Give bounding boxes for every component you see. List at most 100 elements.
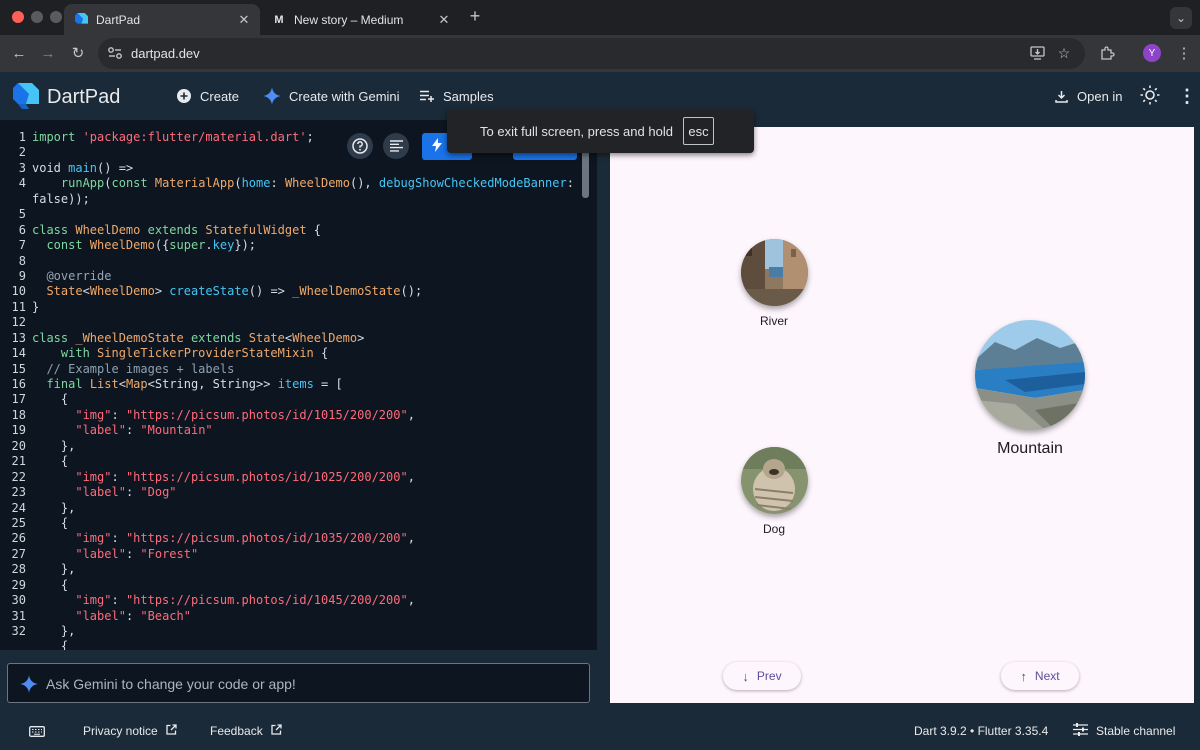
close-window-button[interactable] <box>12 11 24 23</box>
reload-icon[interactable]: ↻ <box>68 43 88 63</box>
code-line[interactable]: 16 final List<Map<String, String>> items… <box>0 377 590 392</box>
minimize-window-button[interactable] <box>31 11 43 23</box>
wheel-item-river[interactable]: River <box>739 239 809 328</box>
code-line[interactable]: 22 "img": "https://picsum.photos/id/1025… <box>0 470 590 485</box>
create-with-gemini-button[interactable]: Create with Gemini <box>263 86 400 106</box>
dog-label: Dog <box>762 522 785 536</box>
gemini-prompt-input[interactable] <box>46 674 566 694</box>
extensions-icon[interactable] <box>1097 43 1117 63</box>
code-line[interactable]: 29 { <box>0 578 590 593</box>
bookmark-star-icon[interactable]: ☆ <box>1056 45 1072 61</box>
line-number: 4 <box>18 176 26 191</box>
code-token: _WheelDemoState <box>75 330 191 345</box>
tab-search-chevron-icon[interactable]: ⌄ <box>1170 7 1192 29</box>
code-line[interactable]: { <box>0 639 590 650</box>
code-token: "https://picsum.photos/id/1045/200/200" <box>125 593 408 608</box>
code-line[interactable]: 31 "label": "Beach" <box>0 609 590 624</box>
code-token: const <box>46 238 90 253</box>
next-button[interactable]: ↑ Next <box>1001 662 1079 690</box>
panel-divider[interactable] <box>597 120 610 710</box>
code-line[interactable]: 8 <box>0 254 590 269</box>
tune-icon <box>1073 723 1088 739</box>
code-line[interactable]: 21 { <box>0 454 590 469</box>
new-tab-button[interactable]: + <box>466 7 484 26</box>
code-token: List <box>89 377 119 391</box>
code-token: "label" <box>75 608 126 623</box>
code-line[interactable]: 32 }, <box>0 624 590 639</box>
site-settings-icon[interactable] <box>107 46 123 60</box>
close-tab-icon[interactable]: ✕ <box>436 12 452 28</box>
code-line[interactable]: 27 "label": "Forest" <box>0 547 590 562</box>
fullscreen-window-button[interactable] <box>50 11 62 23</box>
code-line[interactable]: 5 <box>0 207 590 222</box>
theme-toggle-sun-icon[interactable] <box>1140 85 1160 105</box>
code-token: "Beach" <box>140 608 191 623</box>
line-code: import 'package:flutter/material.dart'; <box>32 130 314 145</box>
wheel-item-dog[interactable]: Dog <box>739 447 809 536</box>
code-line[interactable]: 30 "img": "https://picsum.photos/id/1045… <box>0 593 590 608</box>
code-line[interactable]: 25 { <box>0 516 590 531</box>
close-tab-icon[interactable]: ✕ <box>236 12 252 28</box>
code-line[interactable]: 24 }, <box>0 501 590 516</box>
privacy-notice-link[interactable]: Privacy notice <box>83 723 177 739</box>
code-token: { <box>32 577 69 592</box>
code-token: WheelDemo <box>292 330 358 345</box>
samples-button[interactable]: Samples <box>419 86 494 106</box>
river-label: River <box>759 314 788 328</box>
code-line[interactable]: 19 "label": "Mountain" <box>0 423 590 438</box>
tab-dartpad[interactable]: DartPad ✕ <box>64 4 260 35</box>
code-line[interactable]: 13 class _WheelDemoState extends State<Wh… <box>0 331 590 346</box>
code-line[interactable]: 10 State<WheelDemo> createState() => _Wh… <box>0 284 590 299</box>
tab-medium[interactable]: M New story – Medium ✕ <box>262 4 460 35</box>
more-options-icon[interactable]: ⋮ <box>1178 86 1196 106</box>
line-code: { <box>32 454 68 469</box>
profile-avatar[interactable]: Y <box>1143 44 1161 62</box>
code-line[interactable]: false)); <box>0 192 590 207</box>
code-line[interactable]: 3 void main() => <box>0 161 590 176</box>
install-app-icon[interactable] <box>1029 45 1045 61</box>
help-icon[interactable] <box>347 133 373 159</box>
code-token: _WheelDemoState <box>292 284 401 299</box>
code-line[interactable]: 9 @override <box>0 269 590 284</box>
code-token: > <box>357 330 365 345</box>
back-icon[interactable]: ← <box>9 43 29 63</box>
prev-button[interactable]: ↓ Prev <box>723 662 801 690</box>
code-line[interactable]: 14 with SingleTickerProviderStateMixin { <box>0 346 590 361</box>
version-label: Dart 3.9.2 • Flutter 3.35.4 <box>914 724 1049 738</box>
code-line[interactable]: 6 class WheelDemo extends StatefulWidget … <box>0 223 590 238</box>
app-preview[interactable]: River Mountain Dog ↓ Prev ↑ Next <box>610 127 1194 703</box>
channel-selector[interactable]: Stable channel <box>1073 723 1175 739</box>
keyboard-shortcuts-icon[interactable] <box>29 723 45 739</box>
address-bar[interactable]: dartpad.dev ☆ <box>98 38 1085 69</box>
code-editor[interactable]: 1 import 'package:flutter/material.dart';… <box>0 120 597 650</box>
line-number: 17 <box>11 392 26 407</box>
feedback-link[interactable]: Feedback <box>210 723 282 739</box>
code-line[interactable]: 18 "img": "https://picsum.photos/id/1015… <box>0 408 590 423</box>
format-code-icon[interactable] <box>383 133 409 159</box>
line-code: false)); <box>32 192 90 207</box>
wheel-item-mountain[interactable]: Mountain <box>974 320 1086 458</box>
gemini-prompt-field[interactable] <box>7 663 590 703</box>
code-line[interactable]: 4 runApp(const MaterialApp(home: WheelDe… <box>0 176 590 191</box>
code-token: { <box>32 639 69 650</box>
code-line[interactable]: 20 }, <box>0 439 590 454</box>
code-line[interactable]: 15 // Example images + labels <box>0 362 590 377</box>
code-line[interactable]: 11} <box>0 300 590 315</box>
code-line[interactable]: 23 "label": "Dog" <box>0 485 590 500</box>
line-code: // Example images + labels <box>32 362 234 377</box>
code-line[interactable]: 28 }, <box>0 562 590 577</box>
line-number: 11 <box>11 299 26 314</box>
forward-icon[interactable]: → <box>38 43 58 63</box>
code-token: = [ <box>313 377 343 391</box>
code-line[interactable]: 12 <box>0 315 590 330</box>
code-line[interactable]: 7 const WheelDemo({super.key}); <box>0 238 590 253</box>
open-in-button[interactable]: Open in <box>1053 86 1123 106</box>
code-line[interactable]: 26 "img": "https://picsum.photos/id/1035… <box>0 531 590 546</box>
medium-favicon-icon: M <box>274 13 284 26</box>
browser-menu-icon[interactable]: ⋮ <box>1174 43 1194 63</box>
code-line[interactable]: 17 { <box>0 392 590 407</box>
code-lines[interactable]: 1 import 'package:flutter/material.dart';… <box>0 130 590 650</box>
create-button[interactable]: Create <box>176 86 239 106</box>
